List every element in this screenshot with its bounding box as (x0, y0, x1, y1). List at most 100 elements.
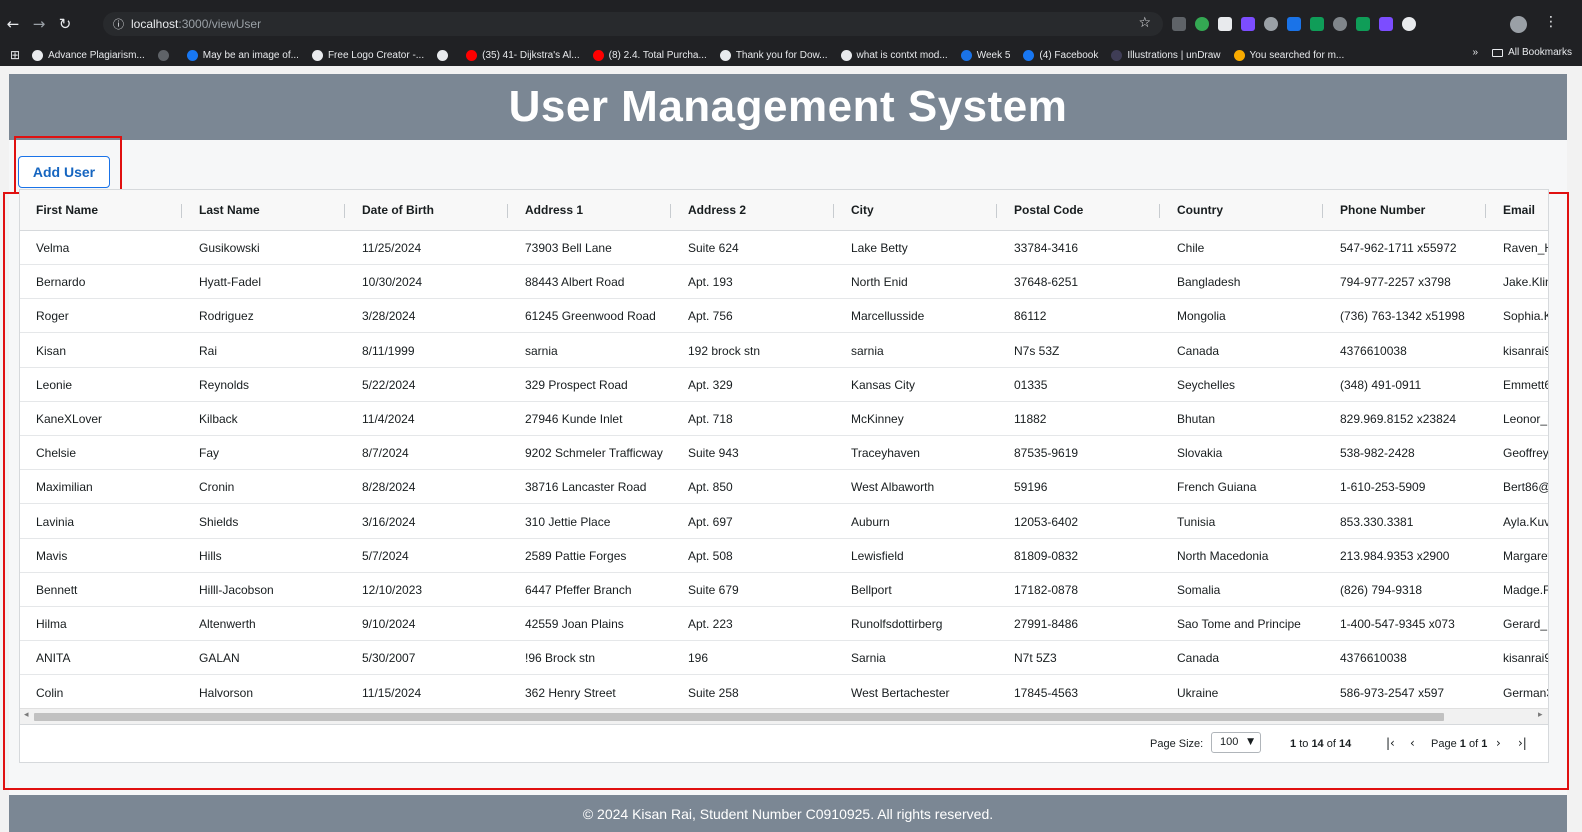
column-resize-handle[interactable] (344, 204, 345, 218)
bookmark-favicon-icon (719, 49, 731, 61)
table-row[interactable]: ANITA GALAN 5/30/2007 !96 Brock stn 196 Sarni… (20, 641, 1548, 676)
column-resize-handle[interactable] (1159, 204, 1160, 218)
table-cell: 73903 Bell Lane (525, 241, 612, 255)
table-cell: 37648-6251 (1014, 275, 1079, 290)
range-from: 1 (1290, 738, 1297, 750)
extension-icon[interactable] (1195, 17, 1209, 31)
table-row[interactable]: Hilma Altenwerth 9/10/2024 42559 Joan Plain… (20, 607, 1548, 642)
extension-icon[interactable] (1310, 17, 1324, 31)
last-page-icon[interactable]: ›| (1518, 736, 1527, 750)
column-resize-handle[interactable] (181, 204, 182, 218)
forward-icon[interactable]: → (26, 15, 52, 33)
table-row[interactable]: Bernardo Hyatt-Fadel 10/30/2024 88443 Alber… (20, 265, 1548, 300)
table-row[interactable]: Lavinia Shields 3/16/2024 310 Jettie Place A… (20, 504, 1548, 539)
page-size-select[interactable]: 100 ▼ (1211, 732, 1261, 753)
extension-icon[interactable] (1241, 17, 1255, 31)
table-row[interactable]: Maximilian Cronin 8/28/2024 38716 Lancaster… (20, 470, 1548, 505)
table-cell: !96 Brock stn (525, 651, 596, 666)
table-cell: North Enid (851, 275, 908, 290)
column-header[interactable]: Postal Code (998, 190, 1083, 231)
table-cell: West Albaworth (851, 480, 935, 495)
table-cell: 86112 (1014, 309, 1047, 324)
table-cell: 01335 (1014, 377, 1048, 392)
page-indicator: Page 1 of 1 (1431, 738, 1487, 750)
add-user-button[interactable]: Add User (18, 156, 110, 188)
table-cell: Geoffrey8 (1503, 446, 1549, 461)
extension-icon[interactable] (1356, 17, 1370, 31)
table-cell: GALAN (199, 651, 240, 666)
first-page-icon[interactable]: |‹ (1386, 736, 1395, 750)
table-cell: Suite 258 (688, 685, 739, 700)
column-header[interactable]: Address 2 (672, 190, 746, 231)
table-cell: 81809-0832 (1014, 548, 1079, 563)
site-info-icon[interactable]: ⓘ (113, 16, 131, 32)
reload-icon[interactable]: ↻ (52, 15, 78, 33)
table-row[interactable]: Leonie Reynolds 5/22/2024 329 Prospect Road… (20, 367, 1548, 402)
column-header[interactable]: First Name (20, 190, 98, 231)
column-header[interactable]: City (835, 190, 874, 231)
address-bar[interactable]: ⓘ localhost:3000/viewUser ☆ (103, 12, 1163, 36)
extension-icon[interactable] (1218, 17, 1232, 31)
column-header[interactable]: Date of Birth (346, 190, 434, 231)
table-cell: Apt. 193 (688, 275, 733, 290)
table-cell: 9/10/2024 (362, 617, 416, 632)
column-header[interactable]: Last Name (183, 190, 260, 231)
table-row[interactable]: Mavis Hills 5/7/2024 2589 Pattie Forges Apt.… (20, 538, 1548, 573)
horizontal-scrollbar[interactable]: ◂ ▸ (20, 708, 1548, 724)
column-resize-handle[interactable] (996, 204, 997, 218)
bookmark-item[interactable]: (4) Facebook (1023, 49, 1098, 61)
table-cell: Apt. 697 (688, 514, 733, 529)
column-header[interactable]: Email (1487, 190, 1535, 231)
all-bookmarks-button[interactable]: All Bookmarks (1492, 47, 1572, 58)
table-row[interactable]: Kisan Rai 8/11/1999 sarnia 192 brock stn sarn… (20, 333, 1548, 368)
back-icon[interactable]: ← (0, 15, 26, 33)
extension-icon[interactable] (1333, 17, 1347, 31)
column-resize-handle[interactable] (1322, 204, 1323, 218)
bookmark-item[interactable]: (8) 2.4. Total Purcha... (592, 49, 707, 61)
bookmark-item[interactable]: Advance Plagiarism... (32, 49, 145, 61)
bookmark-item[interactable]: May be an image of... (186, 49, 299, 61)
bookmark-favicon-icon (32, 49, 44, 61)
extension-icon[interactable] (1264, 17, 1278, 31)
bookmark-item[interactable]: Week 5 (960, 49, 1010, 61)
previous-page-icon[interactable]: ‹ (1410, 736, 1415, 750)
table-row[interactable]: Chelsie Fay 8/7/2024 9202 Schmeler Trafficw… (20, 436, 1549, 471)
bookmark-item[interactable] (437, 49, 453, 61)
menu-icon[interactable]: ⋮ (1544, 14, 1558, 30)
column-resize-handle[interactable] (1485, 204, 1486, 218)
column-resize-handle[interactable] (833, 204, 834, 218)
bookmark-item[interactable]: (35) 41- Dijkstra's Al... (466, 49, 580, 61)
column-header[interactable]: Phone Number (1324, 190, 1425, 231)
more-bookmarks-button[interactable]: » (1473, 47, 1479, 58)
scrollbar-thumb[interactable] (34, 713, 1444, 721)
table-row[interactable]: Bennett Hilll-Jacobson 12/10/2023 6447 Pfef… (20, 573, 1548, 607)
app-root: User Management System Add User First Na… (3, 74, 1569, 832)
bookmark-item[interactable] (157, 49, 174, 61)
next-page-icon[interactable]: › (1496, 736, 1501, 750)
extension-icon[interactable] (1379, 17, 1393, 31)
table-row[interactable]: Velma Gusikowski 11/25/2024 73903 Bell Lane… (20, 231, 1548, 265)
table-row[interactable]: Colin Halvorson 11/15/2024 362 Henry Street… (20, 675, 1548, 710)
bookmark-star-icon[interactable]: ☆ (1138, 15, 1151, 31)
table-cell: Somalia (1177, 583, 1221, 597)
bookmark-item[interactable]: Thank you for Dow... (719, 49, 828, 61)
table-row[interactable]: Roger Rodriguez 3/28/2024 61245 Greenwood R… (20, 299, 1548, 334)
bookmark-item[interactable]: Illustrations | unDraw (1111, 49, 1221, 61)
column-header[interactable]: Address 1 (509, 190, 583, 231)
bookmark-item[interactable]: what is contxt mod... (840, 49, 948, 61)
extension-icon[interactable] (1172, 17, 1186, 31)
profile-avatar[interactable] (1510, 16, 1527, 33)
bookmark-item[interactable]: You searched for m... (1233, 49, 1344, 61)
scroll-right-icon[interactable]: ▸ (1538, 710, 1543, 720)
table-cell: 9202 Schmeler Trafficway (525, 446, 663, 461)
column-resize-handle[interactable] (507, 204, 508, 218)
scroll-left-icon[interactable]: ◂ (24, 710, 29, 720)
table-row[interactable]: KaneXLover Kilback 11/4/2024 27946 Kunde In… (20, 402, 1548, 436)
column-header[interactable]: Country (1161, 190, 1223, 231)
column-resize-handle[interactable] (670, 204, 671, 218)
apps-grid-icon[interactable]: ⊞ (10, 48, 20, 62)
extension-icon[interactable] (1287, 17, 1301, 31)
bookmark-item[interactable]: Free Logo Creator -... (311, 49, 424, 61)
app-footer: © 2024 Kisan Rai, Student Number C091092… (9, 795, 1567, 832)
extension-icon[interactable] (1402, 17, 1416, 31)
